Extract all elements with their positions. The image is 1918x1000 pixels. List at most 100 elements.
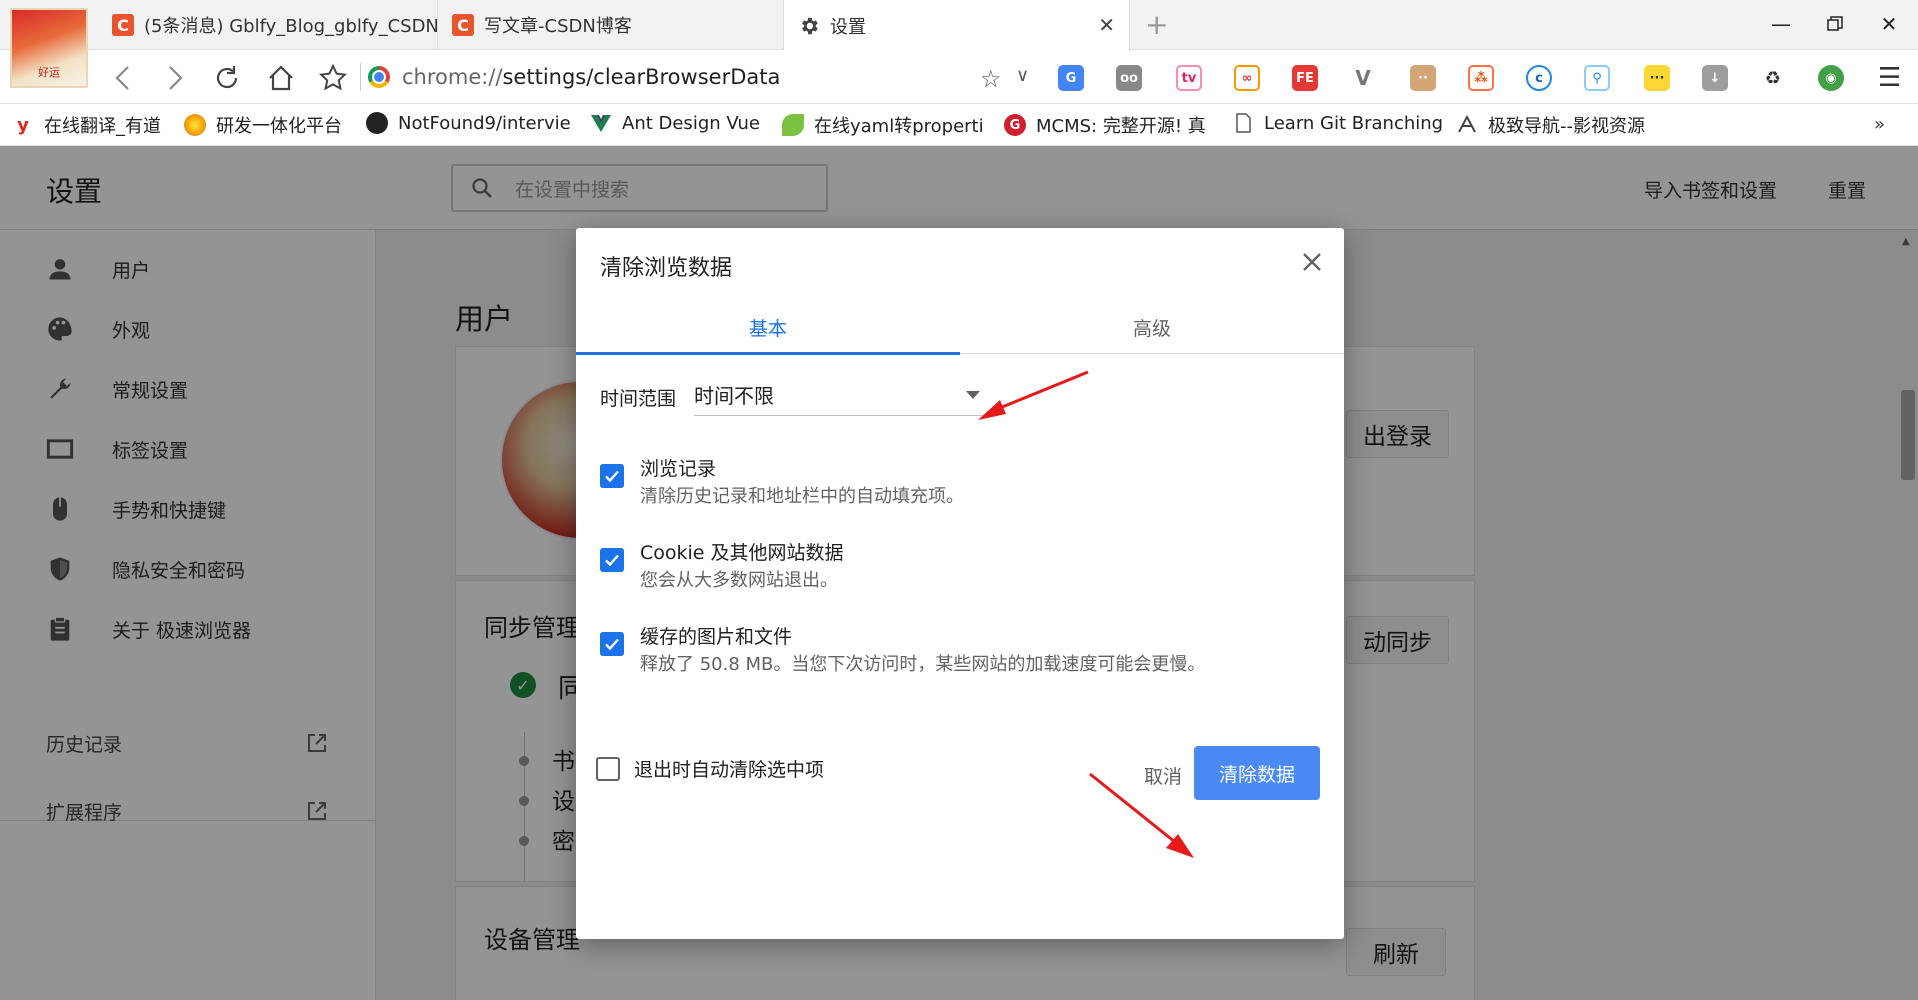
auto-clear-label: 退出时自动清除选中项 xyxy=(634,759,825,781)
vue-icon xyxy=(591,115,611,132)
dialog-close-button[interactable] xyxy=(1296,246,1328,278)
auto-clear-on-exit-checkbox[interactable]: 退出时自动清除选中项 xyxy=(596,755,824,782)
bookmark-learn-git[interactable]: Learn Git Branching xyxy=(1232,112,1446,134)
option-description: 您会从大多数网站退出。 xyxy=(640,570,838,591)
option-title: 浏览记录 xyxy=(640,458,717,480)
dialog-tabs: 基本 高级 xyxy=(576,300,1344,355)
bookmark-video-nav[interactable]: 极致导航--影视资源 xyxy=(1456,112,1662,138)
search-extension-icon[interactable]: ⚲ xyxy=(1584,65,1610,91)
tab-csdn-write[interactable]: C 写文章-CSDN博客 xyxy=(438,0,784,50)
checkbox-unchecked[interactable] xyxy=(596,756,620,781)
clear-browsing-data-dialog: 清除浏览数据 基本 高级 时间范围 时间不限 浏览记录 清除历史记录和地址栏中的… xyxy=(576,228,1344,939)
gear-icon xyxy=(802,17,818,34)
back-button[interactable] xyxy=(106,61,140,95)
option-cached-files[interactable]: 缓存的图片和文件 释放了 50.8 MB。当您下次访问时，某些网站的加载速度可能… xyxy=(600,622,1300,682)
back-arrow-icon xyxy=(115,66,129,90)
restore-button[interactable] xyxy=(1812,6,1858,42)
chrome-logo-icon xyxy=(368,66,390,88)
new-tab-button[interactable]: + xyxy=(1145,8,1168,41)
toolbar: chrome://settings/clearBrowserData ☆ ∨ G… xyxy=(0,51,1918,104)
home-button[interactable] xyxy=(264,61,298,95)
vue-devtools-extension-icon[interactable]: V xyxy=(1350,65,1376,91)
note-extension-icon[interactable]: ··· xyxy=(1644,65,1670,91)
reload-icon xyxy=(216,66,238,89)
bookmark-label: Learn Git Branching xyxy=(1264,112,1444,134)
tampermonkey-extension-icon[interactable]: oo xyxy=(1116,65,1142,91)
time-range-value: 时间不限 xyxy=(694,384,774,408)
page-star-icon[interactable]: ☆ xyxy=(980,65,1002,93)
bookmark-label: Ant Design Vue xyxy=(622,112,760,134)
toolbar-divider xyxy=(360,63,361,91)
option-title: Cookie 及其他网站数据 xyxy=(640,542,844,564)
time-range-select[interactable]: 时间不限 xyxy=(694,374,986,416)
bookmark-mcms[interactable]: G MCMS: 完整开源! 真 xyxy=(1004,112,1210,138)
forward-arrow-icon xyxy=(169,66,183,90)
tab-title: 写文章-CSDN博客 xyxy=(484,16,632,37)
home-icon xyxy=(269,65,293,91)
option-cookies[interactable]: Cookie 及其他网站数据 您会从大多数网站退出。 xyxy=(600,538,1300,598)
recycle-extension-icon[interactable]: ♻ xyxy=(1760,65,1786,91)
tab-title: (5条消息) Gblfy_Blog_gblfy_CSDN xyxy=(144,16,437,37)
checkmark-icon xyxy=(605,554,619,567)
bookmark-devops-platform[interactable]: 研发一体化平台 xyxy=(184,112,350,138)
checkmark-icon xyxy=(605,638,619,651)
download-extension-icon[interactable]: ↓ xyxy=(1702,65,1728,91)
option-browsing-history[interactable]: 浏览记录 清除历史记录和地址栏中的自动填充项。 xyxy=(600,454,1300,514)
reload-button[interactable] xyxy=(210,61,244,95)
bookmarks-bar: y 在线翻译_有道 研发一体化平台 NotFound9/intervie Ant… xyxy=(0,104,1918,146)
checkbox-checked[interactable] xyxy=(600,464,624,488)
tab-advanced[interactable]: 高级 xyxy=(960,300,1344,354)
bookmark-label: 研发一体化平台 xyxy=(216,116,342,137)
option-description: 清除历史记录和地址栏中的自动填充项。 xyxy=(640,486,964,507)
dropdown-caret-icon xyxy=(966,391,980,399)
ccc-extension-icon[interactable]: c xyxy=(1526,65,1552,91)
option-title: 缓存的图片和文件 xyxy=(640,626,793,648)
bookmark-label: 在线翻译_有道 xyxy=(44,116,161,137)
browser-menu-button[interactable]: ☰ xyxy=(1878,63,1901,93)
youdao-icon: y xyxy=(17,114,29,136)
address-bar[interactable]: chrome://settings/clearBrowserData xyxy=(368,59,1040,95)
mcms-icon: G xyxy=(1004,114,1026,136)
bookmark-youdao[interactable]: y 在线翻译_有道 xyxy=(12,112,172,138)
profile-avatar-art: 好运 xyxy=(38,66,60,79)
minimize-button[interactable]: — xyxy=(1758,6,1804,42)
network-extension-icon[interactable]: ⁂ xyxy=(1468,65,1494,91)
tab-title: 设置 xyxy=(830,16,866,38)
globe-extension-icon[interactable]: ◉ xyxy=(1818,65,1844,91)
github-icon xyxy=(366,112,388,134)
tab-label: 高级 xyxy=(1132,317,1171,340)
profile-avatar[interactable]: 好运 xyxy=(10,8,88,88)
close-icon xyxy=(1303,253,1321,271)
bookmark-ant-design-vue[interactable]: Ant Design Vue xyxy=(590,112,766,134)
bookmark-label: 在线yaml转properti xyxy=(814,116,984,137)
leaf-icon xyxy=(782,114,804,136)
notes-extension-icon[interactable]: ·· xyxy=(1410,65,1436,91)
restore-icon xyxy=(1827,16,1843,31)
checkbox-checked[interactable] xyxy=(600,632,624,656)
bookmarks-overflow-button[interactable]: » xyxy=(1874,114,1885,135)
bookmark-star-button[interactable] xyxy=(316,61,350,95)
tab-csdn-blog[interactable]: C (5条消息) Gblfy_Blog_gblfy_CSDN xyxy=(98,0,438,50)
tab-settings[interactable]: 设置 ✕ xyxy=(784,0,1130,51)
checkbox-checked[interactable] xyxy=(600,548,624,572)
clear-data-button[interactable]: 清除数据 xyxy=(1194,746,1320,800)
csdn-favicon-icon: C xyxy=(452,14,474,36)
forward-button[interactable] xyxy=(158,61,192,95)
star-icon xyxy=(319,64,347,91)
bookmark-label: NotFound9/intervie xyxy=(398,112,571,134)
close-tab-icon[interactable]: ✕ xyxy=(1098,13,1115,37)
fe-helper-extension-icon[interactable]: FE xyxy=(1292,65,1318,91)
translate-extension-icon[interactable]: G xyxy=(1058,65,1084,91)
infinity-extension-icon[interactable]: ∞ xyxy=(1234,65,1260,91)
csdn-favicon-icon: C xyxy=(112,14,134,36)
tab-basic[interactable]: 基本 xyxy=(576,300,960,355)
time-range-label: 时间范围 xyxy=(600,388,677,410)
chevron-down-icon[interactable]: ∨ xyxy=(1016,65,1029,86)
close-window-button[interactable]: ✕ xyxy=(1866,6,1912,42)
bilibili-extension-icon[interactable]: tv xyxy=(1176,65,1202,91)
bookmark-yaml-converter[interactable]: 在线yaml转properti xyxy=(782,112,990,138)
cancel-button[interactable]: 取消 xyxy=(1122,748,1204,802)
bookmark-label: MCMS: 完整开源! 真 xyxy=(1036,116,1206,137)
url-scheme: chrome:// xyxy=(402,65,503,89)
bookmark-github[interactable]: NotFound9/intervie xyxy=(366,112,572,134)
